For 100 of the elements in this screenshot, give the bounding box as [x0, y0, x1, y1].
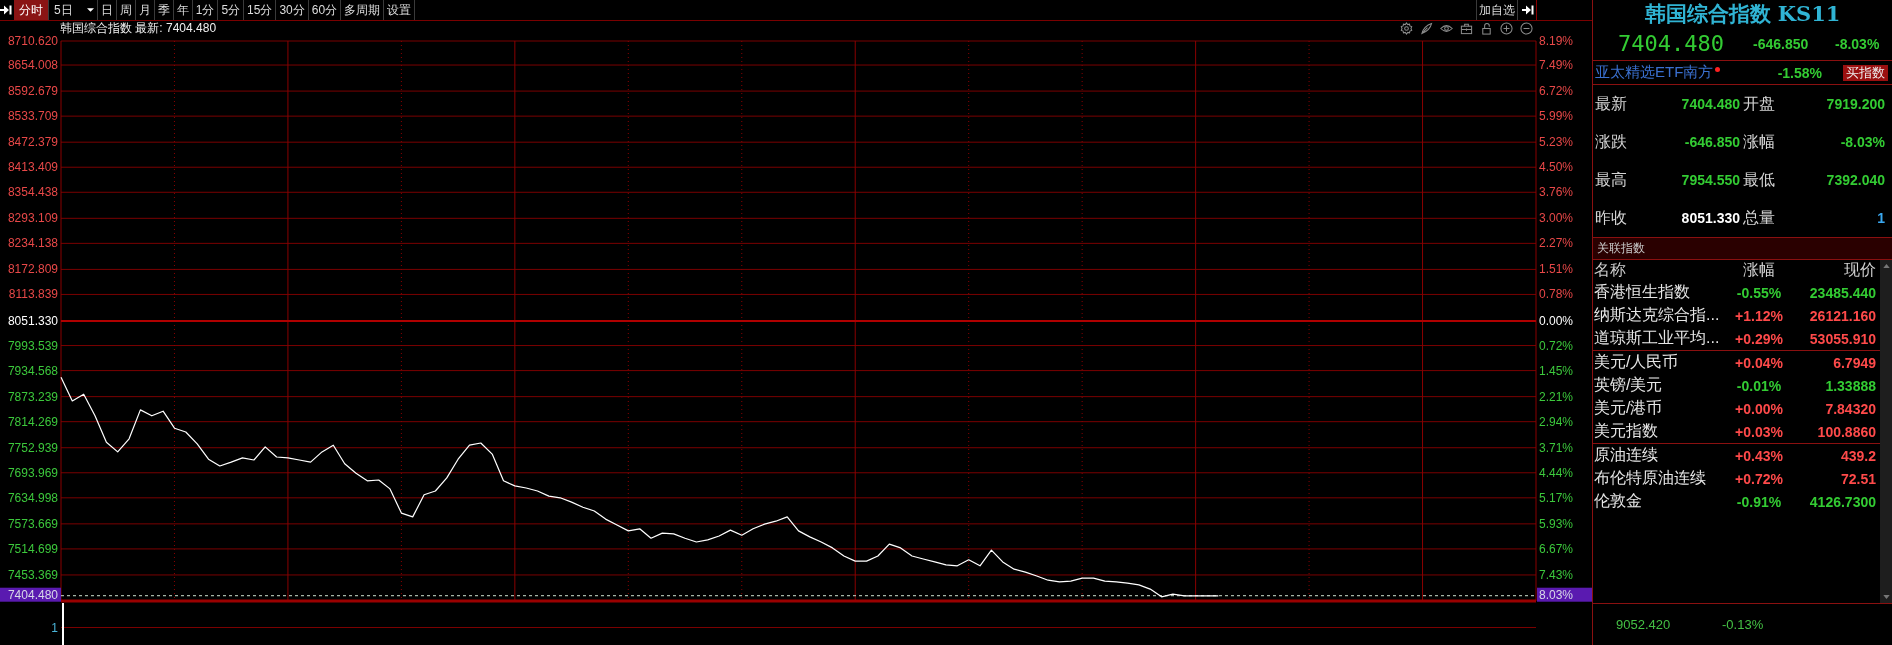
stat-value: 7919.200 [1826, 96, 1885, 112]
axis-label: 5.93% [1539, 516, 1574, 531]
price-value: 23485.440 [1809, 284, 1876, 301]
index-name: 美元/港币 [1594, 398, 1663, 418]
axis-label: 5.23% [1539, 135, 1574, 150]
plus-circle-icon[interactable] [1500, 21, 1513, 35]
buy-button[interactable]: 买指数 [1843, 64, 1888, 81]
stat-label: 最低 [1743, 169, 1775, 190]
axis-label: 2.27% [1539, 236, 1574, 251]
axis-label: 5.99% [1539, 109, 1574, 124]
column-header: 名称 [1594, 260, 1626, 280]
caret-icon [86, 8, 94, 12]
toolbar-tab[interactable]: 季 [154, 0, 174, 20]
change-percent: +0.04% [1735, 354, 1783, 371]
axis-label: 1 [51, 621, 58, 635]
toolbar-tab[interactable]: 分时 [14, 0, 49, 20]
index-name: 香港恒生指数 [1594, 282, 1690, 302]
price-value: 53055.910 [1809, 330, 1876, 347]
axis-label: 6.72% [1539, 84, 1574, 99]
axis-label: 7752.939 [7, 440, 58, 455]
index-name: 布伦特原油连续 [1594, 468, 1706, 488]
axis-label: 3.00% [1539, 211, 1574, 226]
price-value: 7.84320 [1825, 400, 1876, 417]
toolbar-tab[interactable]: 5分 [218, 0, 245, 20]
price-value: 7404.480 [1618, 31, 1725, 56]
price-value: 72.51 [1840, 470, 1876, 487]
stat-value: 7404.480 [1681, 96, 1740, 112]
pen-icon[interactable] [1420, 21, 1433, 35]
toolbar-tab[interactable]: 30分 [276, 0, 309, 20]
percent-tag: 8.03% [1537, 587, 1592, 602]
price-value: 4126.7300 [1809, 493, 1876, 510]
chart-title: 韩国综合指数 最新: 7404.480 [60, 21, 217, 35]
index-name: 道琼斯工业平均... [1594, 328, 1720, 348]
stat-value: 7392.040 [1826, 172, 1885, 188]
column-header: 现价 [1844, 260, 1876, 280]
change-percent: -0.13% [1722, 617, 1764, 632]
axis-label: 8293.109 [7, 211, 58, 226]
stat-label: 昨收 [1595, 207, 1627, 228]
axis-label: 7.49% [1539, 58, 1574, 73]
stat-value: -8.03% [1840, 134, 1885, 150]
etf-link[interactable]: 亚太精选ETF南方 [1595, 63, 1714, 82]
settings-icon[interactable] [1400, 21, 1413, 35]
change-percent: -8.03% [1835, 35, 1880, 52]
index-name: 美元/人民币 [1594, 352, 1679, 372]
price-value: 1.33888 [1825, 377, 1876, 394]
change-percent: -0.91% [1736, 493, 1782, 510]
axis-label: 7993.539 [7, 338, 58, 353]
price-value: 439.2 [1840, 447, 1876, 464]
arrow-bar-icon[interactable] [1522, 4, 1534, 16]
axis-label: 3.76% [1539, 185, 1574, 200]
stat-label: 涨幅 [1743, 131, 1775, 152]
up-arrow-icon[interactable] [1882, 264, 1890, 268]
axis-label: 7514.699 [7, 541, 58, 556]
axis-label: 7934.568 [7, 363, 58, 378]
toolbar-tab[interactable]: 年 [173, 0, 193, 20]
stat-label: 涨跌 [1595, 131, 1627, 152]
down-arrow-icon[interactable] [1882, 595, 1890, 599]
axis-label: 8654.008 [7, 58, 58, 73]
index-name: 英镑/美元 [1594, 375, 1663, 395]
change-percent: +0.00% [1735, 400, 1783, 417]
axis-label: 2.94% [1539, 414, 1574, 429]
axis-label: 8710.620 [7, 35, 58, 48]
toolbar-tab[interactable]: 周 [116, 0, 136, 20]
stat-value: 7954.550 [1681, 172, 1740, 188]
toolbar-tab[interactable]: 月 [135, 0, 155, 20]
toolbox-icon[interactable] [1460, 21, 1473, 35]
axis-label: 8.19% [1539, 35, 1574, 48]
toolbar-tab[interactable]: 15分 [244, 0, 277, 20]
axis-label: 4.44% [1539, 465, 1574, 480]
axis-label: 7693.969 [7, 465, 58, 480]
axis-label: 7814.269 [7, 414, 58, 429]
index-name: 美元指数 [1594, 421, 1658, 441]
toolbar-tab[interactable]: 1分 [192, 0, 219, 20]
padlock-icon[interactable] [1480, 21, 1493, 35]
dot-icon [1715, 67, 1721, 72]
stat-label: 开盘 [1743, 93, 1775, 114]
change-percent: +1.12% [1735, 307, 1783, 324]
axis-label: 7453.369 [7, 567, 58, 582]
column-header: 涨幅 [1743, 260, 1775, 280]
stat-value: -646.850 [1684, 134, 1740, 150]
watchlist-button[interactable]: 加自选 [1476, 0, 1518, 20]
toolbar-tab[interactable]: 日 [97, 0, 117, 20]
axis-label: 3.71% [1539, 440, 1574, 455]
change-percent: +0.03% [1735, 423, 1783, 440]
minus-circle-icon[interactable] [1520, 21, 1533, 35]
index-name: 原油连续 [1594, 445, 1658, 465]
toolbar-tab[interactable]: 多周期 [341, 0, 385, 20]
axis-label: 8113.839 [8, 287, 58, 302]
toolbar-tab[interactable]: 设置 [384, 0, 416, 20]
toolbar-tab[interactable]: 60分 [308, 0, 342, 20]
price-value: 9052.420 [1616, 617, 1672, 632]
axis-label: 6.67% [1539, 541, 1574, 556]
toolbar-tab[interactable]: 5日 [49, 0, 98, 20]
stat-value: 8051.330 [1681, 210, 1740, 226]
section-header: 关联指数 [1593, 238, 1892, 260]
axis-label: 8354.438 [7, 185, 58, 200]
axis-label: 8472.379 [7, 135, 58, 150]
arrow-bar-icon[interactable] [0, 4, 12, 16]
scrollbar[interactable] [1880, 260, 1892, 603]
price-value: 6.7949 [1833, 354, 1876, 371]
